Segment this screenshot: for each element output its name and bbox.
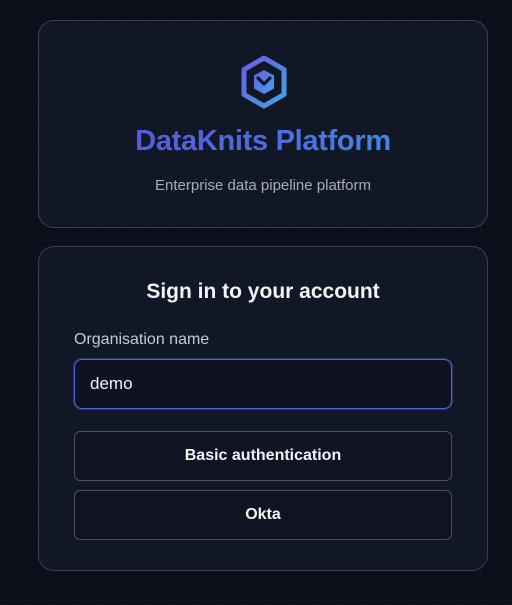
hexagon-logo-icon [241, 55, 287, 109]
app-subtitle: Enterprise data pipeline platform [155, 177, 371, 194]
organisation-name-label: Organisation name [74, 331, 210, 348]
brand-card: DataKnits Platform Enterprise data pipel… [38, 20, 488, 228]
login-card: Sign in to your account Organisation nam… [38, 246, 488, 571]
okta-button[interactable]: Okta [74, 490, 452, 540]
basic-authentication-button[interactable]: Basic authentication [74, 431, 452, 481]
app-title: DataKnits Platform [39, 125, 487, 158]
organisation-name-input[interactable] [74, 359, 452, 409]
login-heading: Sign in to your account [146, 280, 380, 303]
